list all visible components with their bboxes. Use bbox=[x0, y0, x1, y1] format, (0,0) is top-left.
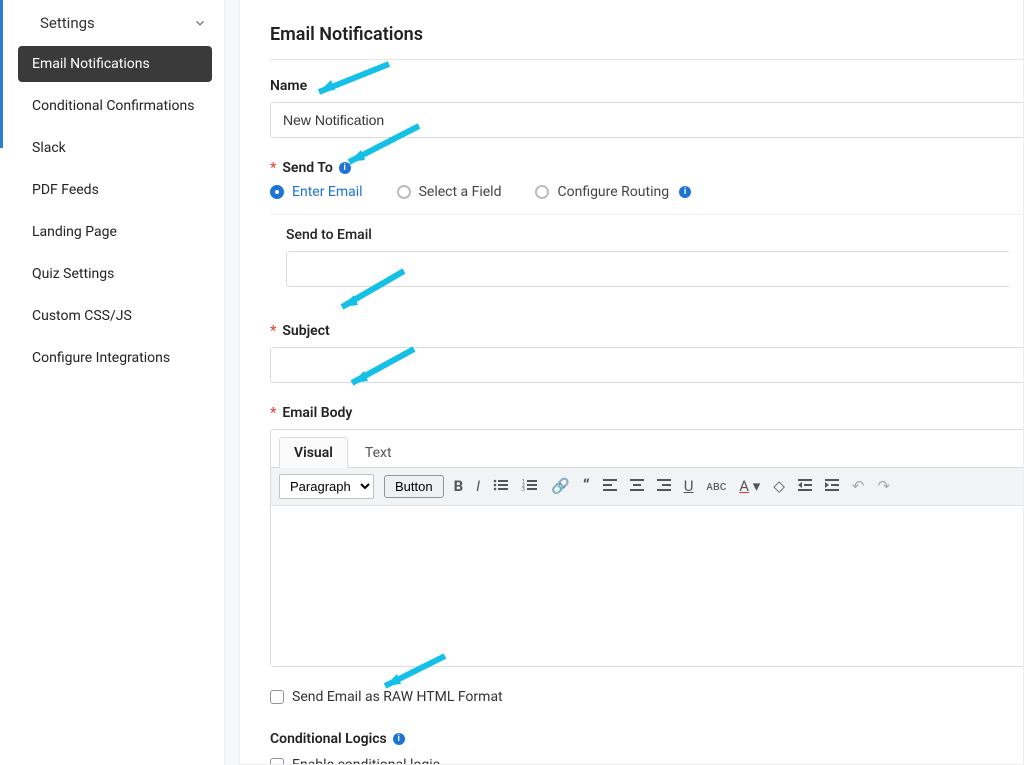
send-to-email-box: Send to Email bbox=[270, 214, 1023, 301]
radio-icon bbox=[535, 185, 549, 199]
italic-icon[interactable]: I bbox=[476, 479, 480, 494]
text-color-icon[interactable]: A ▾ bbox=[739, 479, 760, 494]
sidebar-item-label: PDF Feeds bbox=[32, 182, 99, 198]
indent-icon[interactable] bbox=[825, 479, 839, 494]
richtext-editor: Visual Text Paragraph Button B I bbox=[270, 429, 1023, 667]
email-body-label: * Email Body bbox=[270, 405, 1023, 421]
sidebar-item-pdf-feeds[interactable]: PDF Feeds bbox=[18, 172, 212, 208]
strikethrough-icon[interactable]: ᴀʙᴄ bbox=[706, 480, 726, 493]
clear-format-icon[interactable]: ◇ bbox=[773, 479, 785, 494]
name-input[interactable] bbox=[270, 102, 1023, 138]
block-format-select[interactable]: Paragraph bbox=[279, 474, 374, 499]
required-asterisk: * bbox=[270, 323, 276, 339]
field-subject: * Subject bbox=[270, 323, 1023, 383]
send-to-label: * Send To i bbox=[270, 160, 1023, 176]
main-outer: Email Notifications Name * Send To i Ent… bbox=[225, 0, 1024, 765]
raw-html-label: Send Email as RAW HTML Format bbox=[292, 689, 503, 705]
enable-conditional-label: Enable conditional logic bbox=[292, 757, 440, 765]
align-left-icon[interactable] bbox=[603, 479, 617, 494]
numbered-list-icon[interactable]: 123 bbox=[522, 478, 538, 495]
conditional-logics-label: Conditional Logics bbox=[270, 731, 387, 747]
radio-enter-email[interactable]: Enter Email bbox=[270, 184, 363, 200]
info-icon[interactable]: i bbox=[679, 186, 691, 198]
redo-icon[interactable]: ↷ bbox=[877, 479, 890, 494]
editor-toolbar: Paragraph Button B I 123 🔗 bbox=[271, 468, 1023, 506]
sidebar-item-landing-page[interactable]: Landing Page bbox=[18, 214, 212, 250]
email-body-label-text: Email Body bbox=[282, 405, 352, 421]
editor-content-area[interactable] bbox=[271, 506, 1023, 666]
settings-sidebar: Settings Email Notifications Conditional… bbox=[0, 0, 225, 765]
subject-label: * Subject bbox=[270, 323, 1023, 339]
radio-label: Select a Field bbox=[419, 184, 502, 200]
tab-text[interactable]: Text bbox=[350, 437, 407, 468]
sidebar-item-label: Custom CSS/JS bbox=[32, 308, 132, 324]
bold-icon[interactable]: B bbox=[454, 479, 464, 494]
toolbar-button[interactable]: Button bbox=[384, 475, 444, 498]
radio-label: Configure Routing bbox=[557, 184, 669, 200]
info-icon[interactable]: i bbox=[393, 733, 405, 745]
blockquote-icon[interactable]: “ bbox=[583, 478, 590, 495]
checkbox-icon bbox=[270, 758, 284, 765]
sidebar-item-slack[interactable]: Slack bbox=[18, 130, 212, 166]
radio-configure-routing[interactable]: Configure Routing i bbox=[535, 184, 691, 200]
bulleted-list-icon[interactable] bbox=[493, 478, 509, 495]
align-center-icon[interactable] bbox=[630, 479, 644, 494]
sidebar-item-email-notifications[interactable]: Email Notifications bbox=[18, 46, 212, 82]
editor-tabs: Visual Text bbox=[271, 430, 1023, 468]
raw-html-checkbox-row[interactable]: Send Email as RAW HTML Format bbox=[270, 689, 1023, 705]
sidebar-item-conditional-confirmations[interactable]: Conditional Confirmations bbox=[18, 88, 212, 124]
enable-conditional-checkbox-row[interactable]: Enable conditional logic bbox=[270, 757, 1023, 765]
sidebar-item-configure-integrations[interactable]: Configure Integrations bbox=[18, 340, 212, 376]
underline-icon[interactable]: U bbox=[684, 479, 694, 494]
page-title: Email Notifications bbox=[270, 24, 1023, 45]
sidebar-item-label: Conditional Confirmations bbox=[32, 98, 194, 114]
sidebar-item-label: Slack bbox=[32, 140, 66, 156]
link-icon[interactable]: 🔗 bbox=[551, 479, 570, 494]
info-icon[interactable]: i bbox=[339, 162, 351, 174]
main-panel: Email Notifications Name * Send To i Ent… bbox=[239, 0, 1024, 765]
send-to-radio-row: Enter Email Select a Field Configure Rou… bbox=[270, 184, 1023, 200]
send-to-label-text: Send To bbox=[282, 160, 332, 176]
radio-icon bbox=[397, 185, 411, 199]
radio-label: Enter Email bbox=[292, 184, 363, 200]
send-to-email-label: Send to Email bbox=[286, 227, 1009, 243]
subject-input[interactable] bbox=[270, 347, 1023, 383]
sidebar-item-label: Configure Integrations bbox=[32, 350, 170, 366]
tab-visual[interactable]: Visual bbox=[279, 437, 348, 468]
radio-select-field[interactable]: Select a Field bbox=[397, 184, 502, 200]
checkbox-icon bbox=[270, 690, 284, 704]
app-frame: Settings Email Notifications Conditional… bbox=[0, 0, 1024, 765]
chevron-down-icon bbox=[192, 15, 208, 31]
left-accent-strip bbox=[0, 0, 3, 148]
svg-text:3: 3 bbox=[522, 487, 525, 492]
required-asterisk: * bbox=[270, 405, 276, 421]
conditional-logics-header: Conditional Logics i bbox=[270, 731, 1023, 747]
sidebar-header-label: Settings bbox=[40, 14, 95, 32]
field-email-body: * Email Body Visual Text Paragraph Butto… bbox=[270, 405, 1023, 667]
send-to-email-input[interactable] bbox=[286, 251, 1009, 287]
sidebar-header[interactable]: Settings bbox=[0, 0, 224, 46]
radio-icon bbox=[270, 185, 284, 199]
sidebar-item-label: Quiz Settings bbox=[32, 266, 114, 282]
required-asterisk: * bbox=[270, 160, 276, 176]
divider bbox=[270, 59, 1023, 60]
sidebar-item-label: Landing Page bbox=[32, 224, 117, 240]
field-send-to: * Send To i Enter Email Select a Field bbox=[270, 160, 1023, 301]
undo-icon[interactable]: ↶ bbox=[852, 479, 865, 494]
name-label: Name bbox=[270, 78, 1023, 94]
sidebar-item-custom-cssjs[interactable]: Custom CSS/JS bbox=[18, 298, 212, 334]
toolbar-icon-row: B I 123 🔗 “ bbox=[454, 478, 890, 495]
sidebar-item-label: Email Notifications bbox=[32, 56, 150, 72]
subject-label-text: Subject bbox=[282, 323, 329, 339]
sidebar-list: Email Notifications Conditional Confirma… bbox=[0, 46, 224, 376]
sidebar-item-quiz-settings[interactable]: Quiz Settings bbox=[18, 256, 212, 292]
field-name: Name bbox=[270, 78, 1023, 138]
align-right-icon[interactable] bbox=[657, 479, 671, 494]
outdent-icon[interactable] bbox=[798, 479, 812, 494]
